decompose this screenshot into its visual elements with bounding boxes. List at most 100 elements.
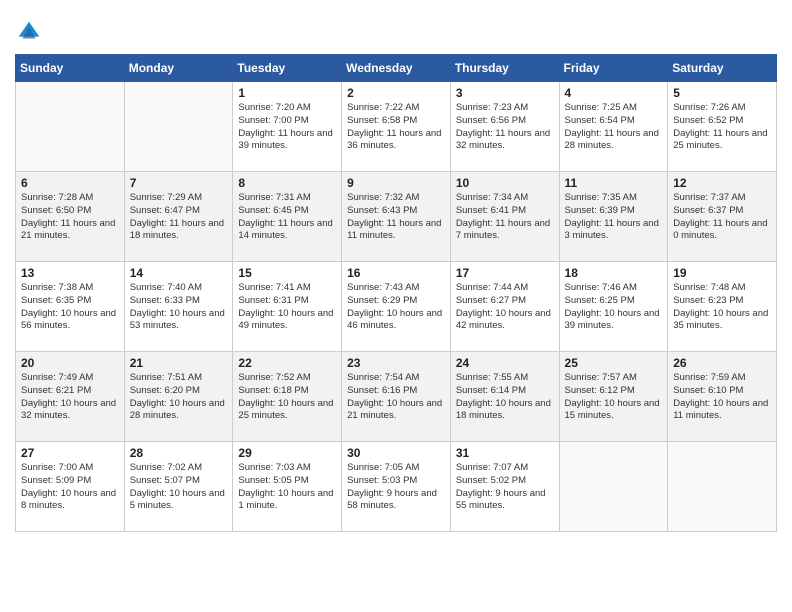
day-number: 26 bbox=[673, 356, 771, 370]
logo-icon bbox=[15, 18, 43, 46]
cell-details: Sunrise: 7:43 AM Sunset: 6:29 PM Dayligh… bbox=[347, 282, 445, 333]
day-number: 31 bbox=[456, 446, 554, 460]
cell-details: Sunrise: 7:26 AM Sunset: 6:52 PM Dayligh… bbox=[673, 102, 771, 153]
cell-details: Sunrise: 7:57 AM Sunset: 6:12 PM Dayligh… bbox=[565, 372, 663, 423]
calendar-cell: 1 Sunrise: 7:20 AM Sunset: 7:00 PM Daylig… bbox=[233, 82, 342, 172]
day-number: 11 bbox=[565, 176, 663, 190]
cell-details: Sunrise: 7:23 AM Sunset: 6:56 PM Dayligh… bbox=[456, 102, 554, 153]
cell-details: Sunrise: 7:32 AM Sunset: 6:43 PM Dayligh… bbox=[347, 192, 445, 243]
cell-details: Sunrise: 7:25 AM Sunset: 6:54 PM Dayligh… bbox=[565, 102, 663, 153]
page-header bbox=[15, 10, 777, 46]
calendar-cell: 6Sunrise: 7:28 AM Sunset: 6:50 PM Daylig… bbox=[16, 172, 125, 262]
calendar-table: SundayMondayTuesdayWednesdayThursdayFrid… bbox=[15, 54, 777, 532]
cell-details: Sunrise: 7:31 AM Sunset: 6:45 PM Dayligh… bbox=[238, 192, 336, 243]
day-number: 19 bbox=[673, 266, 771, 280]
calendar-cell bbox=[668, 442, 777, 532]
cell-details: Sunrise: 7:38 AM Sunset: 6:35 PM Dayligh… bbox=[21, 282, 119, 333]
calendar-cell: 22 Sunrise: 7:52 AM Sunset: 6:18 PM Dayli… bbox=[233, 352, 342, 442]
cell-details: Sunrise: 7:35 AM Sunset: 6:39 PM Dayligh… bbox=[565, 192, 663, 243]
calendar-cell: 13 Sunrise: 7:38 AM Sunset: 6:35 PM Dayli… bbox=[16, 262, 125, 352]
weekday-header: Tuesday bbox=[233, 55, 342, 82]
calendar-cell: 27Sunrise: 7:00 AM Sunset: 5:09 PM Dayli… bbox=[16, 442, 125, 532]
weekday-header: Saturday bbox=[668, 55, 777, 82]
calendar-week-row: 6Sunrise: 7:28 AM Sunset: 6:50 PM Daylig… bbox=[16, 172, 777, 262]
calendar-week-row: 13 Sunrise: 7:38 AM Sunset: 6:35 PM Dayli… bbox=[16, 262, 777, 352]
page-container: SundayMondayTuesdayWednesdayThursdayFrid… bbox=[0, 0, 792, 547]
cell-details: Sunrise: 7:02 AM Sunset: 5:07 PM Dayligh… bbox=[130, 462, 228, 513]
calendar-cell: 19 Sunrise: 7:48 AM Sunset: 6:23 PM Dayli… bbox=[668, 262, 777, 352]
day-number: 15 bbox=[238, 266, 336, 280]
cell-details: Sunrise: 7:48 AM Sunset: 6:23 PM Dayligh… bbox=[673, 282, 771, 333]
calendar-cell: 16 Sunrise: 7:43 AM Sunset: 6:29 PM Dayli… bbox=[342, 262, 451, 352]
cell-details: Sunrise: 7:22 AM Sunset: 6:58 PM Dayligh… bbox=[347, 102, 445, 153]
calendar-cell: 15 Sunrise: 7:41 AM Sunset: 6:31 PM Dayli… bbox=[233, 262, 342, 352]
calendar-cell: 4 Sunrise: 7:25 AM Sunset: 6:54 PM Daylig… bbox=[559, 82, 668, 172]
calendar-cell: 8Sunrise: 7:31 AM Sunset: 6:45 PM Daylig… bbox=[233, 172, 342, 262]
calendar-cell: 17Sunrise: 7:44 AM Sunset: 6:27 PM Dayli… bbox=[450, 262, 559, 352]
day-number: 23 bbox=[347, 356, 445, 370]
calendar-header-row: SundayMondayTuesdayWednesdayThursdayFrid… bbox=[16, 55, 777, 82]
calendar-cell bbox=[559, 442, 668, 532]
weekday-header: Friday bbox=[559, 55, 668, 82]
calendar-cell: 2 Sunrise: 7:22 AM Sunset: 6:58 PM Daylig… bbox=[342, 82, 451, 172]
calendar-cell: 10Sunrise: 7:34 AM Sunset: 6:41 PM Dayli… bbox=[450, 172, 559, 262]
calendar-cell: 29 Sunrise: 7:03 AM Sunset: 5:05 PM Dayli… bbox=[233, 442, 342, 532]
day-number: 24 bbox=[456, 356, 554, 370]
weekday-header: Monday bbox=[124, 55, 233, 82]
day-number: 21 bbox=[130, 356, 228, 370]
cell-details: Sunrise: 7:28 AM Sunset: 6:50 PM Dayligh… bbox=[21, 192, 119, 243]
cell-details: Sunrise: 7:00 AM Sunset: 5:09 PM Dayligh… bbox=[21, 462, 119, 513]
calendar-cell: 24Sunrise: 7:55 AM Sunset: 6:14 PM Dayli… bbox=[450, 352, 559, 442]
weekday-header: Sunday bbox=[16, 55, 125, 82]
cell-details: Sunrise: 7:46 AM Sunset: 6:25 PM Dayligh… bbox=[565, 282, 663, 333]
cell-details: Sunrise: 7:51 AM Sunset: 6:20 PM Dayligh… bbox=[130, 372, 228, 423]
calendar-week-row: 20 Sunrise: 7:49 AM Sunset: 6:21 PM Dayli… bbox=[16, 352, 777, 442]
day-number: 18 bbox=[565, 266, 663, 280]
day-number: 7 bbox=[130, 176, 228, 190]
calendar-cell: 12Sunrise: 7:37 AM Sunset: 6:37 PM Dayli… bbox=[668, 172, 777, 262]
cell-details: Sunrise: 7:05 AM Sunset: 5:03 PM Dayligh… bbox=[347, 462, 445, 513]
logo bbox=[15, 16, 47, 46]
day-number: 25 bbox=[565, 356, 663, 370]
calendar-cell: 31 Sunrise: 7:07 AM Sunset: 5:02 PM Dayli… bbox=[450, 442, 559, 532]
calendar-week-row: 27Sunrise: 7:00 AM Sunset: 5:09 PM Dayli… bbox=[16, 442, 777, 532]
calendar-cell: 18 Sunrise: 7:46 AM Sunset: 6:25 PM Dayli… bbox=[559, 262, 668, 352]
day-number: 16 bbox=[347, 266, 445, 280]
day-number: 28 bbox=[130, 446, 228, 460]
day-number: 20 bbox=[21, 356, 119, 370]
cell-details: Sunrise: 7:49 AM Sunset: 6:21 PM Dayligh… bbox=[21, 372, 119, 423]
day-number: 1 bbox=[238, 86, 336, 100]
cell-details: Sunrise: 7:52 AM Sunset: 6:18 PM Dayligh… bbox=[238, 372, 336, 423]
cell-details: Sunrise: 7:07 AM Sunset: 5:02 PM Dayligh… bbox=[456, 462, 554, 513]
day-number: 3 bbox=[456, 86, 554, 100]
cell-details: Sunrise: 7:34 AM Sunset: 6:41 PM Dayligh… bbox=[456, 192, 554, 243]
calendar-cell: 20 Sunrise: 7:49 AM Sunset: 6:21 PM Dayli… bbox=[16, 352, 125, 442]
cell-details: Sunrise: 7:40 AM Sunset: 6:33 PM Dayligh… bbox=[130, 282, 228, 333]
calendar-cell: 28 Sunrise: 7:02 AM Sunset: 5:07 PM Dayli… bbox=[124, 442, 233, 532]
day-number: 5 bbox=[673, 86, 771, 100]
calendar-cell: 21 Sunrise: 7:51 AM Sunset: 6:20 PM Dayli… bbox=[124, 352, 233, 442]
calendar-cell bbox=[124, 82, 233, 172]
day-number: 4 bbox=[565, 86, 663, 100]
calendar-cell: 26Sunrise: 7:59 AM Sunset: 6:10 PM Dayli… bbox=[668, 352, 777, 442]
cell-details: Sunrise: 7:03 AM Sunset: 5:05 PM Dayligh… bbox=[238, 462, 336, 513]
cell-details: Sunrise: 7:29 AM Sunset: 6:47 PM Dayligh… bbox=[130, 192, 228, 243]
cell-details: Sunrise: 7:37 AM Sunset: 6:37 PM Dayligh… bbox=[673, 192, 771, 243]
calendar-cell bbox=[16, 82, 125, 172]
cell-details: Sunrise: 7:44 AM Sunset: 6:27 PM Dayligh… bbox=[456, 282, 554, 333]
day-number: 2 bbox=[347, 86, 445, 100]
calendar-cell: 7 Sunrise: 7:29 AM Sunset: 6:47 PM Daylig… bbox=[124, 172, 233, 262]
cell-details: Sunrise: 7:41 AM Sunset: 6:31 PM Dayligh… bbox=[238, 282, 336, 333]
calendar-cell: 25 Sunrise: 7:57 AM Sunset: 6:12 PM Dayli… bbox=[559, 352, 668, 442]
day-number: 14 bbox=[130, 266, 228, 280]
calendar-cell: 14 Sunrise: 7:40 AM Sunset: 6:33 PM Dayli… bbox=[124, 262, 233, 352]
day-number: 29 bbox=[238, 446, 336, 460]
calendar-week-row: 1 Sunrise: 7:20 AM Sunset: 7:00 PM Daylig… bbox=[16, 82, 777, 172]
day-number: 13 bbox=[21, 266, 119, 280]
weekday-header: Thursday bbox=[450, 55, 559, 82]
day-number: 22 bbox=[238, 356, 336, 370]
calendar-cell: 9Sunrise: 7:32 AM Sunset: 6:43 PM Daylig… bbox=[342, 172, 451, 262]
cell-details: Sunrise: 7:54 AM Sunset: 6:16 PM Dayligh… bbox=[347, 372, 445, 423]
cell-details: Sunrise: 7:20 AM Sunset: 7:00 PM Dayligh… bbox=[238, 102, 336, 153]
calendar-cell: 30Sunrise: 7:05 AM Sunset: 5:03 PM Dayli… bbox=[342, 442, 451, 532]
